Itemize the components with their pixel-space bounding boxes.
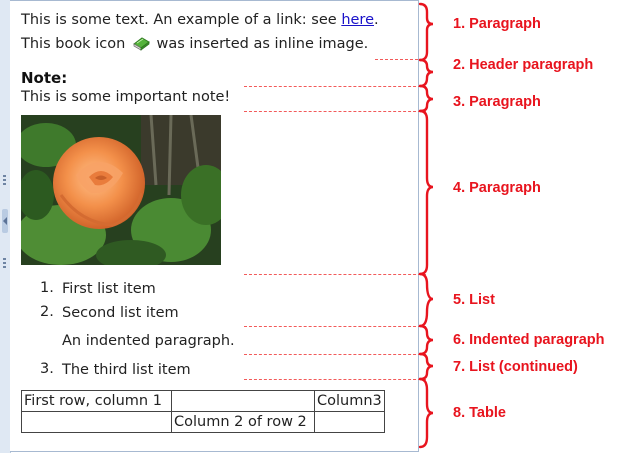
table-cell[interactable]: Column 2 of row 2 (171, 411, 315, 433)
list-item-number: 3. (40, 361, 54, 377)
separator-dash (244, 111, 426, 112)
splitter-grip-bottom[interactable] (3, 258, 6, 270)
paragraph-text: This is some text. An example of a link:… (21, 12, 342, 28)
brace-4 (418, 109, 434, 276)
annotation-braces (418, 2, 434, 449)
separator-dash (375, 59, 423, 60)
table-cell[interactable] (21, 411, 172, 433)
list-item-number: 2. (40, 304, 54, 320)
rose-photo (16, 114, 231, 270)
brace-8 (418, 377, 434, 449)
annotation-label: 3. Paragraph (453, 94, 541, 110)
annotation-label: 2. Header paragraph (453, 57, 594, 73)
separator-dash (244, 86, 426, 87)
list-item: The third list item (62, 362, 191, 378)
note-text: This is some important note! (21, 89, 231, 105)
annotation-label: 1. Paragraph (453, 16, 541, 32)
annotation-label: 5. List (453, 292, 495, 308)
brace-2 (418, 58, 434, 88)
table-cell[interactable] (171, 390, 315, 412)
separator-dash (244, 379, 426, 380)
note-heading: Note: (21, 69, 68, 87)
splitter-collapse-arrow-icon[interactable] (2, 209, 8, 233)
paragraph-1-line-1: This is some text. An example of a link:… (21, 11, 379, 29)
paragraph-text: was inserted as inline image. (156, 36, 369, 52)
paragraph-1-line-2: This book icon was inserted as inline im… (21, 35, 368, 53)
separator-dash (244, 274, 426, 275)
brace-6 (418, 324, 434, 356)
brace-5 (418, 272, 434, 328)
list-item: Second list item (62, 305, 179, 321)
data-table[interactable]: First row, column 1 Column3 Column 2 of … (21, 390, 385, 433)
splitter-grip-top[interactable] (3, 175, 6, 187)
here-link[interactable]: here (341, 12, 374, 28)
annotation-label: 8. Table (453, 405, 506, 421)
brace-7 (418, 352, 434, 381)
table-row: Column 2 of row 2 (21, 411, 385, 433)
brace-1 (418, 2, 434, 62)
indented-paragraph: An indented paragraph. (62, 333, 235, 349)
annotation-label: 7. List (continued) (453, 359, 578, 375)
table-cell[interactable]: Column3 (314, 390, 385, 412)
annotation-label: 4. Paragraph (453, 180, 541, 196)
table-row: First row, column 1 Column3 (21, 390, 385, 412)
list-item-number: 1. (40, 280, 54, 296)
paragraph-text: This book icon (21, 36, 126, 52)
paragraph-text: . (374, 12, 379, 28)
separator-dash (244, 326, 426, 327)
annotation-label: 6. Indented paragraph (453, 332, 605, 348)
book-icon (132, 35, 150, 51)
separator-dash (244, 354, 426, 355)
brace-3 (418, 84, 434, 113)
list-item: First list item (62, 281, 156, 297)
table-cell[interactable] (314, 411, 385, 433)
table-cell[interactable]: First row, column 1 (21, 390, 172, 412)
